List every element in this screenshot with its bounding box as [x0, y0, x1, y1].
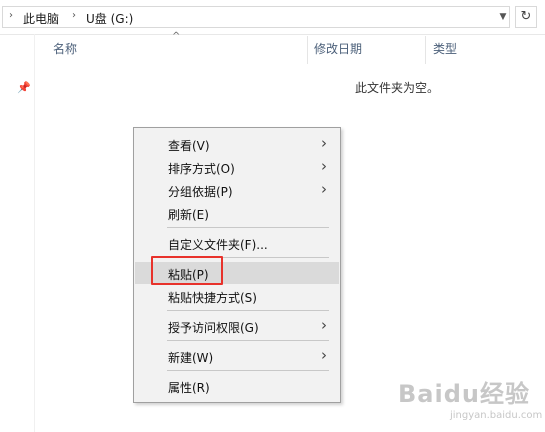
menu-separator [167, 310, 329, 311]
menu-item-new[interactable]: 新建(W) › [135, 345, 339, 367]
address-bar[interactable]: › 此电脑 › U盘 (G:) [2, 6, 510, 28]
breadcrumb-this-pc[interactable]: 此电脑 [23, 10, 59, 27]
empty-folder-message: 此文件夹为空。 [355, 81, 440, 95]
breadcrumb-usb-drive[interactable]: U盘 (G:) [86, 10, 133, 27]
menu-separator [167, 370, 329, 371]
menu-separator [167, 227, 329, 228]
menu-item-view[interactable]: 查看(V) › [135, 133, 339, 155]
chevron-right-icon: › [321, 134, 327, 152]
menu-item-give-access[interactable]: 授予访问权限(G) › [135, 315, 339, 337]
menu-separator [167, 340, 329, 341]
chevron-down-icon[interactable]: ▼ [496, 7, 510, 27]
breadcrumb-chevron-icon[interactable]: › [9, 10, 13, 21]
pin-icon[interactable]: 📌 [17, 81, 31, 94]
menu-item-paste-shortcut[interactable]: 粘贴快捷方式(S) [135, 285, 339, 307]
menu-item-label: 授予访问权限(G) [168, 321, 259, 335]
chevron-right-icon: › [321, 157, 327, 175]
chevron-right-icon: › [321, 180, 327, 198]
column-divider[interactable] [307, 36, 308, 64]
highlight-annotation-box [151, 256, 223, 285]
chevron-right-icon: › [321, 316, 327, 334]
column-header-date-modified[interactable]: 修改日期 [314, 40, 362, 57]
watermark-url: jingyan.baidu.com [450, 410, 543, 421]
menu-item-label: 粘贴快捷方式(S) [168, 291, 257, 305]
menu-item-label: 刷新(E) [168, 208, 209, 222]
menu-item-label: 排序方式(O) [168, 162, 235, 176]
menu-item-label: 新建(W) [168, 351, 214, 365]
sort-ascending-icon: ^ [172, 31, 181, 42]
menu-item-label: 查看(V) [168, 139, 210, 153]
menu-item-customize-folder[interactable]: 自定义文件夹(F)... [135, 232, 339, 254]
breadcrumb-separator-icon[interactable]: › [72, 10, 76, 21]
menu-item-label: 分组依据(P) [168, 185, 233, 199]
address-bar-area: › 此电脑 › U盘 (G:) ▼ ↻ [0, 0, 545, 35]
menu-item-group-by[interactable]: 分组依据(P) › [135, 179, 339, 201]
menu-item-properties[interactable]: 属性(R) [135, 375, 339, 397]
menu-item-label: 属性(R) [168, 381, 210, 395]
column-header-name[interactable]: 名称 [53, 40, 77, 57]
chevron-right-icon: › [321, 346, 327, 364]
refresh-icon[interactable]: ↻ [515, 6, 537, 28]
column-header-type[interactable]: 类型 [433, 40, 457, 57]
menu-item-sort-by[interactable]: 排序方式(O) › [135, 156, 339, 178]
menu-item-label: 自定义文件夹(F)... [168, 238, 268, 252]
navigation-pane-divider [34, 34, 35, 432]
baidu-watermark-logo: Baidu经验 [398, 380, 530, 408]
menu-item-refresh[interactable]: 刷新(E) [135, 202, 339, 224]
column-divider[interactable] [425, 36, 426, 64]
